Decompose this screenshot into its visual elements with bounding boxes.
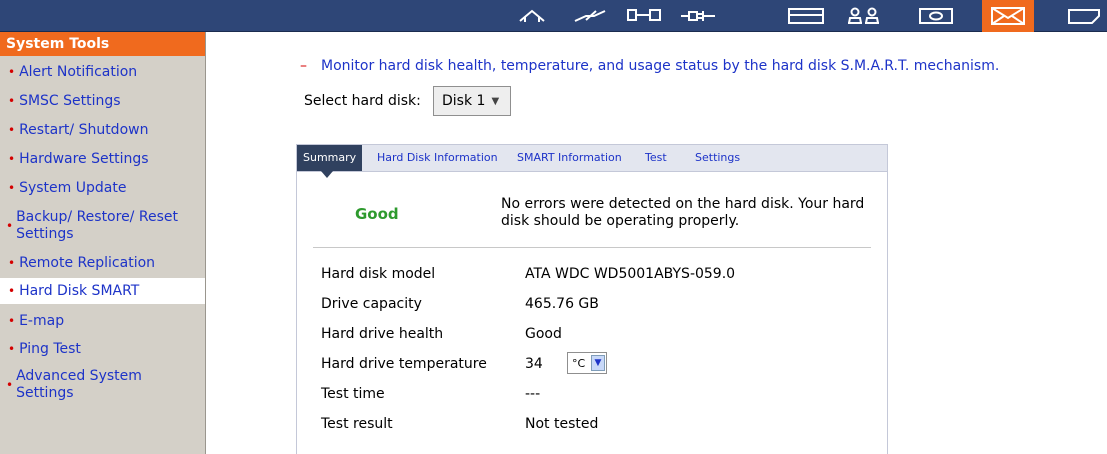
- sidebar: System Tools • Alert Notification • SMSC S…: [0, 32, 206, 454]
- info-label: Drive capacity: [321, 296, 422, 312]
- temperature-unit-select[interactable]: °C ▼: [567, 352, 607, 374]
- info-row-model: Hard disk model ATA WDC WD5001ABYS-059.0: [321, 266, 881, 286]
- disk-select[interactable]: Disk 1 ▼: [433, 86, 511, 116]
- network-icon[interactable]: [620, 0, 668, 32]
- sidebar-item-alert-notification[interactable]: • Alert Notification: [0, 62, 205, 82]
- temperature-unit-value: °C: [572, 356, 586, 370]
- tab-settings[interactable]: Settings: [695, 145, 740, 171]
- info-row-health: Hard drive health Good: [321, 326, 881, 346]
- sidebar-item-remote-replication[interactable]: • Remote Replication: [0, 253, 205, 273]
- top-toolbar: [0, 0, 1107, 32]
- info-label: Hard disk model: [321, 266, 436, 282]
- sidebar-title: System Tools: [0, 32, 205, 56]
- info-row-temperature: Hard drive temperature 34 °C ▼: [321, 352, 881, 376]
- info-label: Test time: [321, 386, 385, 402]
- bullet-icon: •: [8, 152, 16, 166]
- info-value: Not tested: [525, 416, 599, 432]
- disk-icon[interactable]: [782, 0, 830, 32]
- info-row-capacity: Drive capacity 465.76 GB: [321, 296, 881, 316]
- description-dash: –: [300, 58, 307, 74]
- sidebar-item-label: Alert Notification: [19, 64, 138, 80]
- info-value: Good: [525, 326, 562, 342]
- chevron-down-icon: ▼: [591, 355, 605, 371]
- disk-select-value: Disk 1: [442, 93, 486, 109]
- sidebar-item-hard-disk-smart[interactable]: • Hard Disk SMART: [0, 278, 205, 304]
- bullet-icon: •: [8, 123, 16, 137]
- tag-icon[interactable]: [1062, 0, 1106, 32]
- info-value: ATA WDC WD5001ABYS-059.0: [525, 266, 736, 282]
- sidebar-item-label: Restart/ Shutdown: [19, 122, 149, 138]
- tab-summary[interactable]: Summary: [297, 145, 363, 171]
- sidebar-item-label: System Update: [19, 180, 127, 196]
- info-row-test-time: Test time ---: [321, 386, 881, 406]
- lightning-icon[interactable]: [566, 0, 614, 32]
- tab-smart-information[interactable]: SMART Information: [517, 145, 622, 171]
- bullet-icon: •: [8, 94, 16, 108]
- sidebar-item-label: Backup/ Restore/ Reset Settings: [16, 209, 178, 242]
- bullet-icon: •: [6, 218, 14, 233]
- select-disk-label: Select hard disk:: [304, 93, 421, 109]
- mail-icon[interactable]: [982, 0, 1034, 32]
- sidebar-item-system-update[interactable]: • System Update: [0, 178, 205, 198]
- sidebar-item-label: Hardware Settings: [19, 151, 149, 167]
- monitor-icon[interactable]: [912, 0, 960, 32]
- bullet-icon: •: [8, 65, 16, 79]
- info-label: Hard drive health: [321, 326, 444, 342]
- info-label: Test result: [321, 416, 393, 432]
- home-icon[interactable]: [508, 0, 556, 32]
- tab-test[interactable]: Test: [645, 145, 667, 171]
- info-value: ---: [525, 386, 541, 402]
- sidebar-item-label: Hard Disk SMART: [19, 283, 140, 299]
- page-description: – Monitor hard disk health, temperature, …: [300, 58, 999, 74]
- description-text: Monitor hard disk health, temperature, a…: [321, 58, 1000, 74]
- sidebar-item-e-map[interactable]: • E-map: [0, 311, 205, 331]
- info-row-test-result: Test result Not tested: [321, 416, 881, 436]
- sidebar-item-label: Ping Test: [19, 341, 81, 357]
- info-value: 465.76 GB: [525, 296, 599, 312]
- sidebar-item-label: E-map: [19, 313, 65, 329]
- sidebar-item-hardware-settings[interactable]: • Hardware Settings: [0, 149, 205, 169]
- active-tab-pointer: [321, 171, 333, 178]
- sidebar-item-label: Advanced System Settings: [16, 368, 142, 401]
- smart-panel: Summary Hard Disk Information SMART Info…: [296, 144, 888, 454]
- chevron-down-icon: ▼: [491, 95, 500, 107]
- divider: [313, 247, 871, 248]
- bullet-icon: •: [8, 342, 16, 356]
- sidebar-item-ping-test[interactable]: • Ping Test: [0, 339, 205, 359]
- sidebar-item-label: Remote Replication: [19, 255, 156, 271]
- info-label: Hard drive temperature: [321, 356, 487, 372]
- plug-icon[interactable]: [674, 0, 722, 32]
- bullet-icon: •: [8, 181, 16, 195]
- tab-bar: Summary Hard Disk Information SMART Info…: [297, 145, 887, 172]
- sidebar-item-smsc-settings[interactable]: • SMSC Settings: [0, 91, 205, 111]
- sidebar-item-label: SMSC Settings: [19, 93, 121, 109]
- tab-hard-disk-information[interactable]: Hard Disk Information: [377, 145, 498, 171]
- info-value: 34: [525, 356, 543, 372]
- sidebar-item-advanced-system-settings[interactable]: • Advanced System Settings: [0, 366, 205, 404]
- sidebar-item-backup-restore-reset[interactable]: • Backup/ Restore/ Reset Settings: [0, 207, 205, 245]
- bullet-icon: •: [8, 256, 16, 270]
- users-icon[interactable]: [840, 0, 888, 32]
- sidebar-item-restart-shutdown[interactable]: • Restart/ Shutdown: [0, 120, 205, 140]
- health-status: Good: [355, 205, 399, 223]
- bullet-icon: •: [8, 284, 16, 298]
- health-message: No errors were detected on the hard disk…: [501, 196, 865, 229]
- bullet-icon: •: [8, 314, 16, 328]
- bullet-icon: •: [6, 377, 14, 392]
